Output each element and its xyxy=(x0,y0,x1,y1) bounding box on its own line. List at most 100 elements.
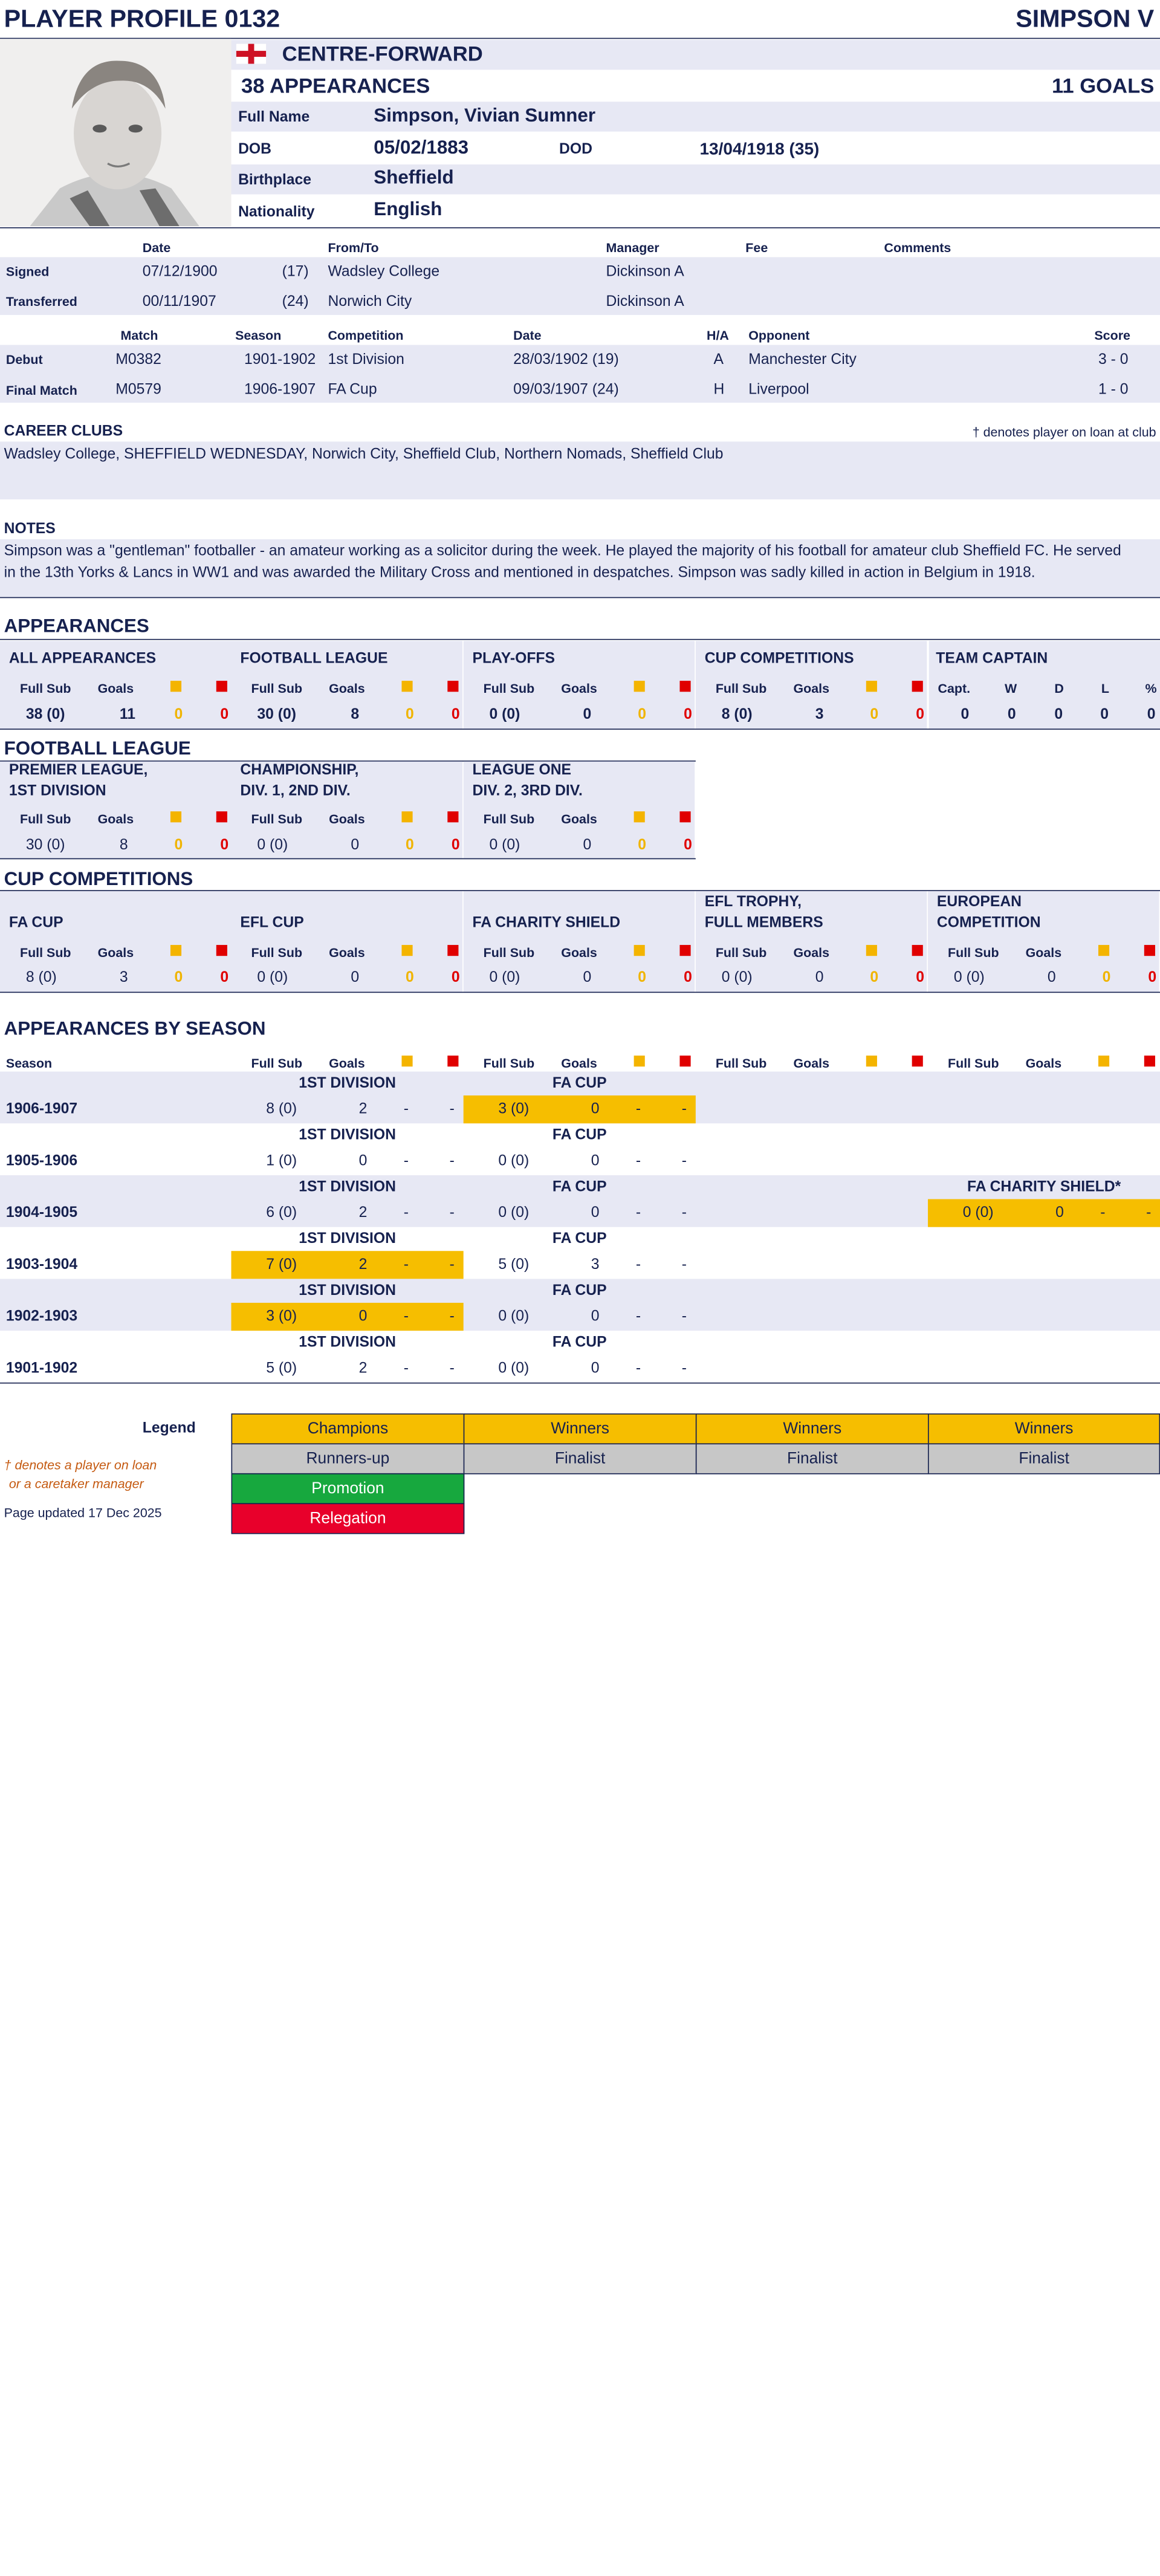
cup-red-value: 0 xyxy=(684,968,692,986)
final-match-label: Final Match xyxy=(5,383,77,398)
season-yellow-card-icon xyxy=(633,1054,645,1072)
final-match-competition: FA Cup xyxy=(328,380,377,398)
season-competition: FA CUP xyxy=(552,1230,607,1247)
cup-fullsub-label: Full Sub xyxy=(948,945,999,960)
season-yellow-card-icon xyxy=(1098,1054,1110,1072)
league-goals-value: 0 xyxy=(583,836,592,854)
debut-label: Debut xyxy=(5,352,43,367)
signed-manager: Dickinson A xyxy=(606,263,684,281)
legend-winners-3: Winners xyxy=(928,1413,1160,1445)
cup-box-title-1: EUROPEAN xyxy=(936,893,1022,910)
app-red-value: 0 xyxy=(451,706,460,723)
season-red-value: - xyxy=(449,1152,455,1170)
season-goals-value: 2 xyxy=(358,1204,368,1221)
transfer-fromto-header: From/To xyxy=(328,240,379,256)
season-yellow-value: - xyxy=(403,1256,409,1273)
transferred-date: 00/11/1907 xyxy=(142,293,216,310)
debut-date: 28/03/1902 (19) xyxy=(513,351,619,368)
app-fullsub-label: Full Sub xyxy=(19,681,71,696)
league-red-value: 0 xyxy=(220,836,229,854)
league-box-title-2: 1ST DIVISION xyxy=(8,782,106,800)
season-goals-value: 2 xyxy=(358,1359,368,1377)
goals-count: 11 GOALS xyxy=(1051,74,1155,98)
app-fullsub-label: Full Sub xyxy=(715,681,767,696)
dob-value: 05/02/1883 xyxy=(374,137,469,159)
season-competition: 1ST DIVISION xyxy=(299,1282,397,1299)
season-goals-label: Goals xyxy=(1025,1056,1062,1071)
season-yellow-value: - xyxy=(403,1204,409,1221)
career-clubs-title: CAREER CLUBS xyxy=(4,423,123,440)
season-goals-value: 2 xyxy=(358,1256,368,1273)
season-red-value: - xyxy=(449,1308,455,1325)
season-goals-value: 2 xyxy=(358,1100,368,1118)
league-box-title-1: CHAMPIONSHIP, xyxy=(240,761,359,779)
app-fullsub-value: 30 (0) xyxy=(257,706,297,723)
league-box-title-2: DIV. 2, 3RD DIV. xyxy=(472,782,583,800)
season-goals-label: Goals xyxy=(329,1056,365,1071)
w-label: W xyxy=(1004,681,1017,696)
league-fullsub-label: Full Sub xyxy=(251,811,303,826)
season-competition: FA CUP xyxy=(552,1178,607,1195)
england-flag-icon xyxy=(236,44,267,69)
season-fullsub-value: 0 (0) xyxy=(498,1152,530,1170)
league-fullsub-label: Full Sub xyxy=(19,811,71,826)
app-red-card-icon xyxy=(679,679,691,697)
cup-goals-value: 0 xyxy=(815,968,824,986)
d-value: 0 xyxy=(1054,706,1063,723)
debut-season: 1901-1902 xyxy=(244,351,316,368)
app-yellow-value: 0 xyxy=(870,706,879,723)
cup-fullsub-value: 0 (0) xyxy=(721,968,753,986)
season-goals-value: 0 xyxy=(591,1100,600,1118)
cup-yellow-value: 0 xyxy=(174,968,183,986)
football-league-title: FOOTBALL LEAGUE xyxy=(4,738,191,760)
season-red-card-icon xyxy=(679,1054,691,1072)
season-label: 1902-1903 xyxy=(5,1308,78,1325)
cup-goals-value: 0 xyxy=(583,968,592,986)
legend-runners-up: Runners-up xyxy=(231,1443,465,1475)
season-red-value: - xyxy=(681,1359,687,1377)
app-goals-label: Goals xyxy=(561,681,597,696)
season-yellow-value: - xyxy=(403,1359,409,1377)
date-header: Date xyxy=(513,328,542,343)
league-yellow-value: 0 xyxy=(174,836,183,854)
player-photo xyxy=(0,39,232,227)
cup-fullsub-value: 0 (0) xyxy=(257,968,288,986)
cup-red-value: 0 xyxy=(916,968,925,986)
season-fullsub-label: Full Sub xyxy=(715,1056,767,1071)
notes-title: NOTES xyxy=(4,520,56,537)
season-yellow-value: - xyxy=(635,1359,641,1377)
cup-yellow-card-icon xyxy=(401,943,413,961)
cup-goals-label: Goals xyxy=(561,945,597,960)
l-value: 0 xyxy=(1100,706,1109,723)
legend-relegation: Relegation xyxy=(231,1503,465,1534)
cup-red-value: 0 xyxy=(1148,968,1157,986)
season-yellow-value: - xyxy=(635,1152,641,1170)
league-box-title-2: DIV. 1, 2ND DIV. xyxy=(240,782,351,800)
season-competition: FA CUP xyxy=(552,1074,607,1092)
season-fullsub-value: 7 (0) xyxy=(266,1256,297,1273)
season-red-value: - xyxy=(681,1204,687,1221)
season-fullsub-label: Full Sub xyxy=(948,1056,999,1071)
season-red-value: - xyxy=(681,1152,687,1170)
season-competition: FA CUP xyxy=(552,1126,607,1144)
signed-date: 07/12/1900 xyxy=(142,263,218,281)
season-yellow-value: - xyxy=(635,1204,641,1221)
cup-red-card-icon xyxy=(679,943,691,961)
cup-goals-label: Goals xyxy=(97,945,134,960)
cup-fullsub-label: Full Sub xyxy=(19,945,71,960)
cup-goals-value: 3 xyxy=(119,968,128,986)
season-goals-value: 0 xyxy=(1055,1204,1064,1221)
season-yellow-value: - xyxy=(635,1100,641,1118)
app-fullsub-value: 8 (0) xyxy=(721,706,753,723)
cup-yellow-value: 0 xyxy=(406,968,414,986)
season-goals-value: 0 xyxy=(591,1204,600,1221)
legend-title: Legend xyxy=(142,1419,196,1436)
season-red-card-icon xyxy=(1144,1054,1155,1072)
legend-finalist-1: Finalist xyxy=(463,1443,697,1475)
d-label: D xyxy=(1054,681,1064,696)
final-match-opponent: Liverpool xyxy=(748,380,809,398)
season-fullsub-label: Full Sub xyxy=(251,1056,303,1071)
season-competition: 1ST DIVISION xyxy=(299,1334,397,1351)
season-yellow-value: - xyxy=(403,1308,409,1325)
debut-competition: 1st Division xyxy=(328,351,404,368)
